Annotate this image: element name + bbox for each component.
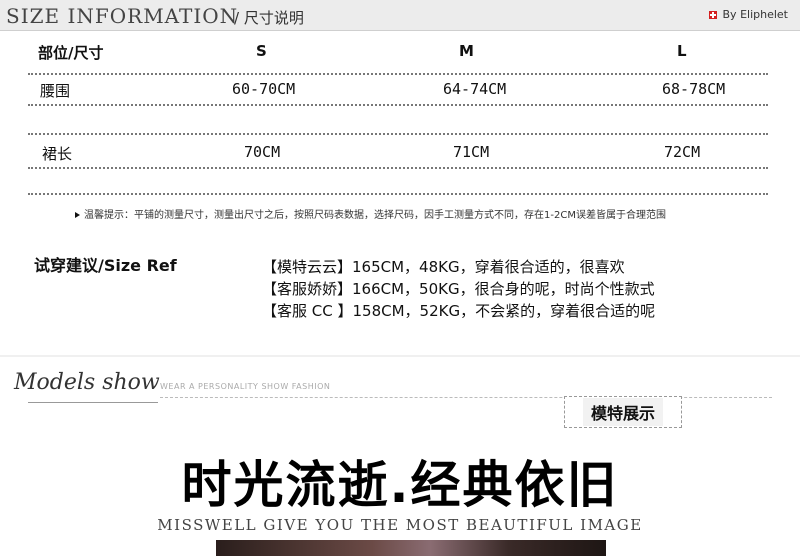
section-title-cn: / 尺寸说明 bbox=[234, 9, 304, 27]
measurement-note: 温馨提示：平铺的测量尺寸，测量出尺寸之后，按照尺码表数据，选择尺码，因手工测量方… bbox=[75, 206, 666, 221]
row-label-waist: 腰围 bbox=[40, 82, 71, 100]
models-underline bbox=[28, 402, 158, 403]
swiss-flag-icon bbox=[708, 10, 717, 19]
table-divider bbox=[28, 104, 768, 106]
try-on-line: 【客服 CC 】158CM，52KG，不会紧的，穿着很合适的呢 bbox=[262, 302, 656, 320]
note-text: 温馨提示：平铺的测量尺寸，测量出尺寸之后，按照尺码表数据，选择尺码，因手工测量方… bbox=[84, 210, 666, 221]
column-header-l: L bbox=[677, 42, 687, 60]
tagline: MISSWELL GIVE YOU THE MOST BEAUTIFUL IMA… bbox=[157, 516, 643, 534]
badge-label: 模特展示 bbox=[582, 398, 663, 426]
brand-credit: By Eliphelet bbox=[708, 8, 788, 21]
row-label-length: 裙长 bbox=[42, 145, 73, 163]
waist-l: 68-78CM bbox=[662, 80, 726, 98]
length-s: 70CM bbox=[244, 143, 281, 161]
try-on-line: 【客服娇娇】166CM，50KG，很合身的呢，时尚个性款式 bbox=[262, 280, 655, 298]
waist-m: 64-74CM bbox=[443, 80, 507, 98]
table-divider bbox=[28, 193, 768, 195]
column-header-s: S bbox=[256, 42, 267, 60]
column-header-part: 部位/尺寸 bbox=[38, 44, 104, 62]
column-header-m: M bbox=[459, 42, 474, 60]
models-show-title: Models show bbox=[14, 370, 160, 395]
bullet-arrow-icon bbox=[75, 212, 80, 218]
try-on-label: 试穿建议/Size Ref bbox=[34, 256, 177, 275]
table-divider bbox=[28, 133, 768, 135]
table-divider bbox=[28, 73, 768, 75]
table-divider bbox=[28, 167, 768, 169]
model-photo bbox=[216, 540, 606, 556]
brand-name: By Eliphelet bbox=[722, 8, 788, 21]
model-display-badge: 模特展示 bbox=[564, 396, 682, 428]
length-l: 72CM bbox=[664, 143, 701, 161]
headline: 时光流逝.经典依旧 bbox=[181, 456, 619, 514]
length-m: 71CM bbox=[453, 143, 490, 161]
section-title-en: SIZE INFORMATION bbox=[6, 4, 239, 28]
waist-s: 60-70CM bbox=[232, 80, 296, 98]
section-separator bbox=[0, 355, 800, 357]
models-show-subtitle: WEAR A PERSONALITY SHOW FASHION bbox=[160, 382, 331, 391]
try-on-line: 【模特云云】165CM，48KG，穿着很合适的，很喜欢 bbox=[262, 258, 625, 276]
